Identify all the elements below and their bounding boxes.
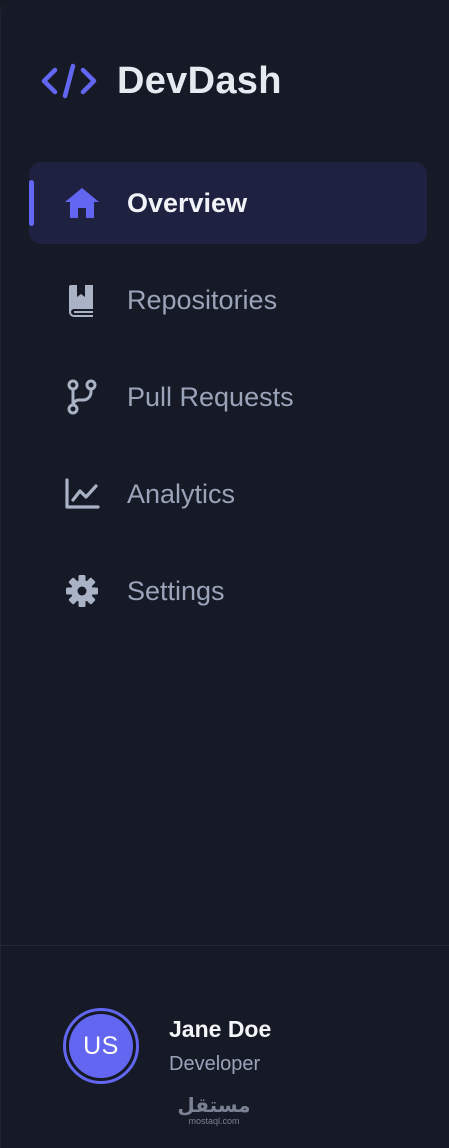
code-brackets-icon	[41, 61, 97, 101]
book-icon	[62, 280, 102, 320]
sidebar-item-overview[interactable]: Overview	[29, 162, 427, 244]
sidebar-item-label: Analytics	[127, 478, 236, 509]
sidebar-item-label: Repositories	[127, 284, 278, 315]
sidebar-item-repositories[interactable]: Repositories	[29, 259, 427, 341]
user-role: Developer	[169, 1053, 261, 1075]
git-branch-icon	[62, 377, 102, 417]
sidebar-nav: Overview Repositories Pull Requests Anal…	[29, 162, 427, 647]
sidebar-item-label: Overview	[127, 187, 248, 218]
sidebar-item-label: Settings	[127, 575, 225, 606]
sidebar: DevDash Overview Repositories Pull Reque…	[0, 0, 449, 1148]
avatar-initials: US	[69, 1014, 133, 1078]
sidebar-item-analytics[interactable]: Analytics	[29, 453, 427, 535]
watermark-text: مستقل	[177, 1095, 251, 1117]
watermark-subtext: mostaql.com	[188, 1116, 240, 1126]
sidebar-item-pull-requests[interactable]: Pull Requests	[29, 356, 427, 438]
user-info: Jane Doe Developer	[169, 1016, 271, 1076]
avatar[interactable]: US	[63, 1008, 139, 1084]
sidebar-item-label: Pull Requests	[127, 381, 294, 412]
user-name: Jane Doe	[169, 1016, 272, 1042]
brand-name: DevDash	[117, 59, 282, 102]
sidebar-item-settings[interactable]: Settings	[29, 550, 427, 632]
watermark: مستقل mostaql.com	[169, 1096, 259, 1126]
divider	[1, 945, 449, 946]
brand[interactable]: DevDash	[41, 58, 282, 104]
home-icon	[62, 183, 102, 223]
chart-line-icon	[62, 474, 102, 514]
gear-icon	[62, 571, 102, 611]
user-profile[interactable]: US Jane Doe Developer	[63, 1008, 271, 1084]
